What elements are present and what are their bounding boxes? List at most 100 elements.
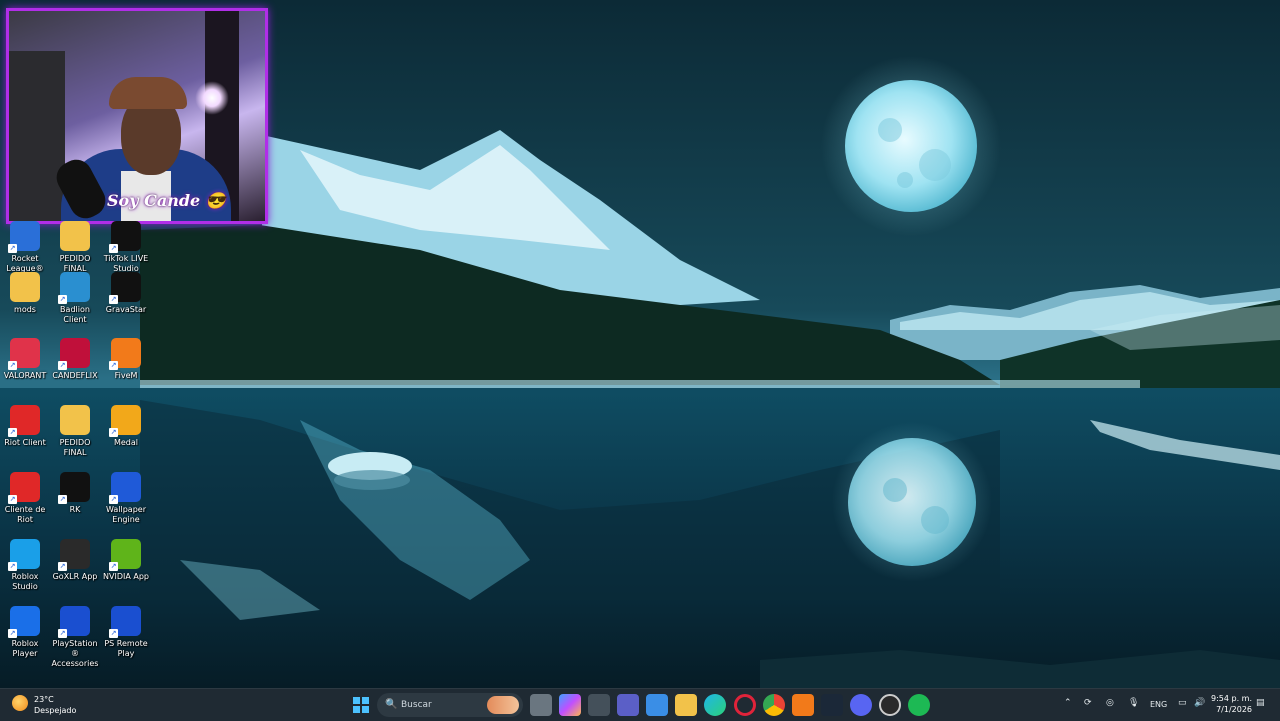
teams-icon[interactable] [617,694,639,716]
fivem-icon: ↗ [109,338,141,370]
microphone-icon[interactable]: 🎙 [1128,698,1139,708]
edge-icon[interactable] [704,694,726,716]
search-placeholder: Buscar [401,700,432,710]
search-highlight-icon [487,696,519,714]
spotify-icon[interactable] [908,694,930,716]
steam-icon[interactable] [821,694,843,716]
folder-icon [60,221,90,251]
weather-icon [12,695,28,711]
desktop-icon-wallpaper-engine[interactable]: ↗ Wallpaper Engine [101,472,151,525]
desktop-icon-pedido-final[interactable]: PEDIDO FINAL [50,221,100,274]
webcam-shelf [9,51,65,221]
desktop-icon-goxlr-app[interactable]: ↗ GoXLR App [50,539,100,582]
valorant-icon: ↗ [8,338,40,370]
ps-remote-play-icon: ↗ [109,606,141,638]
roblox-player-icon: ↗ [8,606,40,638]
chevron-up-icon[interactable]: ⌃ [1064,698,1072,708]
desktop-icon-tiktok-live-studio[interactable]: ↗ TikTok LIVE Studio [101,221,151,274]
webcam-lamp [195,81,229,115]
desktop-icon-label: PlayStation® Accessories [51,639,99,668]
webcam-overlay: Soy Cande 😎 [6,8,268,224]
desktop-icon-mods[interactable]: mods [0,272,50,315]
desktop-icon-badlion-client[interactable]: ↗ Badlion Client [50,272,100,325]
desktop-icon-nvidia-app[interactable]: ↗ NVIDIA App [101,539,151,582]
desktop-icon-label: PS Remote Play [104,639,148,658]
desktop-icon-label: PEDIDO FINAL [59,438,91,457]
desktop-icon-medal[interactable]: ↗ Medal [101,405,151,448]
desktop-icon-label: Cliente de Riot [4,505,46,524]
desktop-icon-label: CANDEFLIX [52,371,98,380]
opera-gx-icon[interactable] [734,694,756,716]
webcam-brand-text: Soy Cande 😎 [107,191,226,210]
desktop-icon-roblox-studio[interactable]: ↗ Roblox Studio [0,539,50,592]
shortcut-arrow-icon: ↗ [58,361,67,370]
goxlr-icon: ↗ [58,539,90,571]
desktop-icon-playstation-accessories[interactable]: ↗ PlayStation® Accessories [50,606,100,669]
notification-bell-icon[interactable]: ▤ [1256,698,1265,708]
desktop-icon-fivem[interactable]: ↗ FiveM [101,338,151,381]
fivem-icon[interactable] [792,694,814,716]
chrome-icon[interactable] [763,694,785,716]
clock[interactable]: 9:54 p. m. 7/1/2026 [1211,693,1252,715]
weather-condition: Despejado [34,706,77,715]
desktop-icon-candeflix[interactable]: ↗ CANDEFLIX [50,338,100,381]
desktop-icon-roblox-player[interactable]: ↗ Roblox Player [0,606,50,659]
copilot-icon[interactable] [559,694,581,716]
desktop-icon-label: Rocket League® [6,254,44,273]
rk-icon: ↗ [58,472,90,504]
arc-icon[interactable] [588,694,610,716]
desktop-icon-label: Riot Client [4,438,46,447]
shortcut-arrow-icon: ↗ [58,629,67,638]
shortcut-arrow-icon: ↗ [58,495,67,504]
webcam-person-cap [109,77,187,109]
taskbar: 23°C Despejado 🔍 Buscar ⌃ ⟳ ◎ 🎙 ENG ▭ 🔊 … [0,688,1280,721]
desktop-icon-valorant[interactable]: ↗ VALORANT [0,338,50,381]
desktop-icon-ps-remote-play[interactable]: ↗ PS Remote Play [101,606,151,659]
discord-icon[interactable] [850,694,872,716]
desktop-icon-pedido-final[interactable]: PEDIDO FINAL [50,405,100,458]
desktop-icon-label: Roblox Player [11,639,39,658]
desktop-icon-cliente-de-riot[interactable]: ↗ Cliente de Riot [0,472,50,525]
monitor-icon[interactable]: ▭ [1178,698,1187,708]
shortcut-arrow-icon: ↗ [109,629,118,638]
desktop-icon-label: VALORANT [3,371,47,380]
search-icon: 🔍 [385,699,398,710]
desktop-icon-label: RK [69,505,81,514]
shortcut-arrow-icon: ↗ [109,244,118,253]
obs-icon[interactable] [879,694,901,716]
desktop-icon-riot-client[interactable]: ↗ Riot Client [0,405,50,448]
task-view-icon[interactable] [530,694,552,716]
desktop-icon-label: Roblox Studio [11,572,39,591]
volume-icon[interactable]: 🔊 [1194,698,1205,708]
search-input[interactable]: 🔍 Buscar [377,693,523,717]
clock-date: 7/1/2026 [1216,705,1252,714]
store-icon[interactable] [646,694,668,716]
desktop-icon-rk[interactable]: ↗ RK [50,472,100,515]
desktop-icon-rocket-league[interactable]: ↗ Rocket League® [0,221,50,274]
shortcut-arrow-icon: ↗ [8,244,17,253]
medal-icon: ↗ [109,405,141,437]
shortcut-arrow-icon: ↗ [8,495,17,504]
shortcut-arrow-icon: ↗ [109,295,118,304]
sync-icon[interactable]: ⟳ [1084,698,1092,708]
desktop-icon-label: Medal [113,438,139,447]
desktop-icon-label: FiveM [114,371,138,380]
shortcut-arrow-icon: ↗ [109,562,118,571]
desktop-icon-label: GoXLR App [52,572,98,581]
desktop-icon-label: mods [14,305,36,314]
shortcut-arrow-icon: ↗ [58,562,67,571]
shortcut-arrow-icon: ↗ [58,295,67,304]
candeflix-icon: ↗ [58,338,90,370]
start-icon[interactable] [350,694,372,716]
wallpaper-engine-icon: ↗ [109,472,141,504]
folder-icon [60,405,90,435]
shortcut-arrow-icon: ↗ [8,361,17,370]
file-explorer-icon[interactable] [675,694,697,716]
desktop-icon-gravastar[interactable]: ↗ GravaStar [101,272,151,315]
desktop-icon-label: TikTok LIVE Studio [103,254,149,273]
network-icon[interactable]: ◎ [1106,698,1114,708]
language-indicator[interactable]: ENG [1150,700,1167,709]
shortcut-arrow-icon: ↗ [109,495,118,504]
shortcut-arrow-icon: ↗ [109,361,118,370]
clock-time: 9:54 p. m. [1210,694,1252,703]
